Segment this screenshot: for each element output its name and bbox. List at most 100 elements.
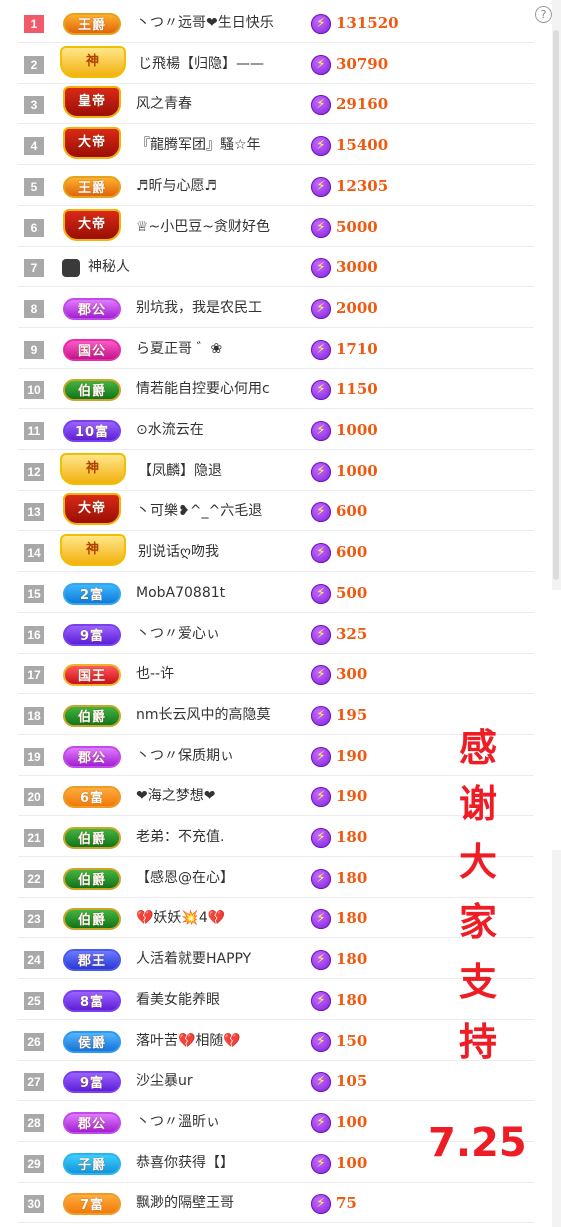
user-name[interactable]: ♕~小巴豆~贪财好色	[136, 207, 314, 247]
user-name[interactable]: 别坑我，我是农民工	[136, 288, 314, 328]
thanks-character: 大	[458, 840, 497, 884]
gift-amount: 180	[336, 909, 368, 928]
gift-amount: 12305	[336, 176, 389, 195]
user-name[interactable]: 看美女能养眼	[136, 980, 314, 1020]
rank-title-badge: 郡公	[63, 1111, 121, 1134]
rank-number: 8	[24, 299, 44, 318]
gift-amount: 180	[336, 990, 368, 1009]
rank-title-badge: 8富	[63, 989, 121, 1012]
ranking-row[interactable]: 15 2富 MobA70881t ⚡ 500	[18, 573, 534, 613]
lightning-coin-icon: ⚡	[311, 461, 331, 482]
user-name[interactable]: 老弟：不充值.	[136, 817, 314, 857]
rank-number: 14	[24, 544, 44, 563]
lightning-coin-icon: ⚡	[311, 176, 331, 197]
user-name[interactable]: 人活着就要HAPPY	[136, 939, 314, 979]
user-name[interactable]: 风之青春	[136, 84, 314, 124]
scrollbar-thumb[interactable]	[553, 30, 559, 580]
gift-amount: 180	[336, 868, 368, 887]
lightning-coin-icon: ⚡	[311, 583, 331, 604]
ranking-row[interactable]: 12 神【凤麟】隐退 ⚡ 1000	[18, 451, 534, 491]
user-name[interactable]: 丶つ〃爱心ぃ	[136, 614, 314, 654]
user-name[interactable]: 飘渺的隔壁王哥	[136, 1183, 314, 1223]
gift-amount: 1000	[336, 461, 378, 480]
gift-amount: 75	[336, 1194, 357, 1213]
ranking-row[interactable]: 4 大帝 『龍腾军团』騷☆年 ⚡ 15400	[18, 125, 534, 166]
rank-title-badge: 大帝	[63, 493, 121, 526]
user-name[interactable]: 『龍腾军团』騷☆年	[136, 125, 314, 165]
rank-title-badge: 9富	[63, 623, 121, 646]
rank-title-badge: 大帝	[63, 208, 121, 241]
ranking-row[interactable]: 14 神别说话ღ吻我 ⚡ 600	[18, 532, 534, 573]
gift-amount: 300	[336, 665, 368, 684]
gift-amount: 190	[336, 787, 368, 806]
lightning-coin-icon: ⚡	[311, 339, 331, 360]
ranking-row[interactable]: 2 神じ飛楊【归隐】—— ⚡ 30790	[18, 44, 534, 84]
user-name[interactable]: ❤海之梦想❤	[136, 776, 314, 816]
lightning-coin-icon: ⚡	[311, 95, 331, 116]
user-name[interactable]: 【凤麟】隐退	[138, 451, 316, 491]
gift-amount: 190	[336, 746, 368, 765]
gift-amount: 500	[336, 583, 368, 602]
ranking-row[interactable]: 3 皇帝 风之青春 ⚡ 29160	[18, 84, 534, 125]
user-name[interactable]: 情若能自控要心何用c	[136, 369, 314, 409]
user-name[interactable]: 落叶苦💔相随💔	[136, 1021, 314, 1061]
rank-number: 6	[24, 218, 44, 237]
user-name[interactable]: 丶つ〃溫昕ぃ	[136, 1102, 314, 1142]
user-name[interactable]: 丶可樂❥^_^六毛退	[136, 491, 314, 531]
lightning-coin-icon: ⚡	[311, 136, 331, 157]
user-name[interactable]: じ飛楊【归隐】——	[138, 44, 316, 84]
user-name[interactable]: 沙尘暴ur	[136, 1061, 314, 1101]
lightning-coin-icon: ⚡	[311, 909, 331, 930]
rank-title-badge: 6富	[63, 786, 121, 809]
user-name[interactable]: 【感恩@在心】	[136, 858, 314, 898]
user-name[interactable]: 💔妖妖💥4💔	[136, 898, 314, 938]
user-name[interactable]: MobA70881t	[136, 573, 314, 613]
user-name[interactable]: ♬昕与心愿♬	[136, 166, 314, 206]
lightning-coin-icon: ⚡	[311, 950, 331, 971]
rank-title-badge: 神	[60, 45, 126, 78]
user-name[interactable]: 恭喜你获得【】	[136, 1143, 314, 1183]
user-name[interactable]: 别说话ღ吻我	[138, 532, 316, 572]
rank-number: 5	[24, 177, 44, 196]
lightning-coin-icon: ⚡	[311, 380, 331, 401]
rank-title-badge: 郡王	[63, 949, 121, 972]
rank-number: 24	[24, 951, 44, 970]
ranking-row[interactable]: 5 王爵 ♬昕与心愿♬ ⚡ 12305	[18, 166, 534, 206]
rank-title-badge: 子爵	[63, 1152, 121, 1175]
user-name[interactable]: ら夏正哥 ゛❀	[136, 329, 314, 369]
user-name[interactable]: ⊙水流云在	[136, 410, 314, 450]
user-name[interactable]: 也--许	[136, 654, 314, 694]
ranking-row[interactable]: 17 国王 也--许 ⚡ 300	[18, 654, 534, 695]
rank-number: 1	[24, 15, 44, 33]
user-name[interactable]: 丶つ〃保质期ぃ	[136, 736, 314, 776]
ranking-row[interactable]: 1 王爵 丶つ〃远哥❤生日快乐 ⚡ 131520	[18, 3, 534, 43]
ranking-row[interactable]: 11 10富 ⊙水流云在 ⚡ 1000	[18, 410, 534, 450]
ranking-row[interactable]: 9 国公 ら夏正哥 ゛❀ ⚡ 1710	[18, 329, 534, 369]
rank-title-badge: 侯爵	[63, 1030, 121, 1053]
gift-amount: 131520	[336, 14, 399, 32]
ranking-row[interactable]: 7 神秘人 ⚡ 3000	[18, 247, 534, 288]
rank-title-badge: 2富	[63, 582, 121, 605]
rank-title-badge: 国王	[63, 664, 121, 687]
ranking-row[interactable]: 13 大帝 丶可樂❥^_^六毛退 ⚡ 600	[18, 491, 534, 532]
rank-number: 17	[24, 666, 44, 685]
scrollbar-track-lower[interactable]	[552, 850, 561, 1227]
ranking-row[interactable]: 16 9富 丶つ〃爱心ぃ ⚡ 325	[18, 614, 534, 654]
rank-title-badge: 神	[60, 534, 126, 567]
gift-amount: 600	[336, 543, 368, 562]
ranking-row[interactable]: 10 伯爵 情若能自控要心何用c ⚡ 1150	[18, 369, 534, 410]
user-name[interactable]: 丶つ〃远哥❤生日快乐	[136, 3, 314, 43]
ranking-row[interactable]: 30 7富 飘渺的隔壁王哥 ⚡ 75	[18, 1183, 534, 1224]
lightning-coin-icon: ⚡	[311, 828, 331, 848]
rank-number: 20	[24, 788, 44, 807]
rank-number: 16	[24, 625, 44, 644]
user-name[interactable]: 神秘人	[88, 247, 266, 287]
user-name[interactable]: nm长云风中的高隐莫	[136, 695, 314, 735]
rank-title-badge: 神	[60, 452, 126, 485]
ranking-row[interactable]: 6 大帝 ♕~小巴豆~贪财好色 ⚡ 5000	[18, 207, 534, 247]
ranking-row[interactable]: 8 郡公 别坑我，我是农民工 ⚡ 2000	[18, 288, 534, 328]
gift-amount: 1710	[336, 339, 378, 358]
gift-amount: 180	[336, 828, 368, 846]
help-icon[interactable]: ?	[535, 6, 552, 23]
rank-number: 19	[24, 747, 44, 766]
